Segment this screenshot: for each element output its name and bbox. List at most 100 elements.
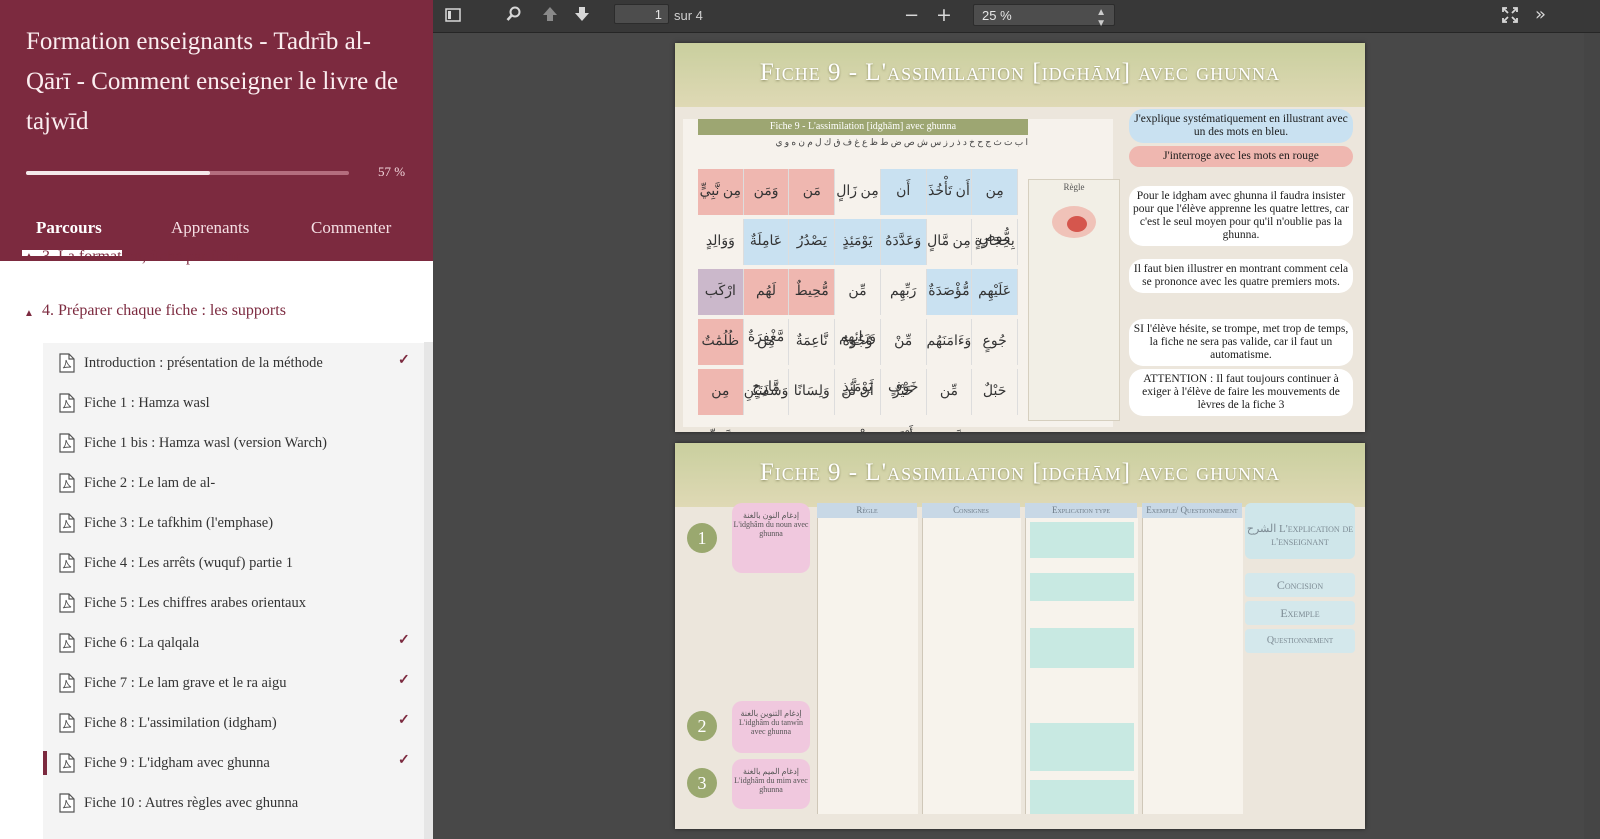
course-header: Formation enseignants - Tadrīb al-Qārī -… bbox=[0, 0, 433, 261]
plus-icon[interactable]: + bbox=[936, 4, 952, 26]
explanation-block bbox=[1030, 628, 1134, 668]
arabic-example: خَيْرٌ وَأَبْقَى bbox=[881, 369, 927, 432]
lesson-item[interactable]: Fiche 2 : Le lam de al- bbox=[43, 463, 424, 503]
completed-check-icon: ✓ bbox=[398, 753, 410, 768]
completed-check-icon: ✓ bbox=[398, 673, 410, 688]
lesson-item[interactable]: Fiche 5 : Les chiffres arabes orientaux bbox=[43, 583, 424, 623]
arabic-example: وَمَن يُؤْتَ bbox=[743, 169, 790, 245]
arabic-example: مِن زَالٍ bbox=[835, 169, 881, 215]
collapse-arrow-icon[interactable]: ▲ bbox=[24, 251, 34, 262]
section-title[interactable]: 4. Préparer chaque fiche : les supports bbox=[42, 302, 286, 320]
column-header-exemple: Exemple/ Questionnement bbox=[1142, 503, 1242, 518]
example-row: بِحِجَارَةٍ مِن مَّالٍ وَعَدَّدَهُ يَوْمَئِ… bbox=[698, 219, 1018, 295]
sidebar-tabs: Parcours Apprenants Commenter bbox=[0, 218, 433, 250]
lesson-item[interactable]: Fiche 10 : Autres règles avec ghunna bbox=[43, 783, 424, 823]
lesson-item[interactable]: Fiche 1 bis : Hamza wasl (version Warch) bbox=[43, 423, 424, 463]
lesson-label: Fiche 3 : Le tafkhim (l'emphase) bbox=[84, 515, 274, 531]
example-row: جُوعٍ وَءَامَنَهُم مِّنْ خَوْفٍ وُجُوهٌ يَو… bbox=[697, 319, 1018, 395]
lesson-label: Fiche 6 : La qalqala bbox=[84, 635, 200, 651]
tab-commenter[interactable]: Commenter bbox=[311, 218, 391, 238]
active-lesson-indicator bbox=[43, 751, 47, 775]
tab-apprenants[interactable]: Apprenants bbox=[171, 218, 249, 238]
method-grid: Règle Consignes Explication type Exemple… bbox=[687, 503, 1243, 823]
arabic-example: وَشَفَتَيْنِ bbox=[744, 369, 790, 415]
search-icon[interactable] bbox=[506, 6, 522, 26]
lesson-label: Fiche 10 : Autres règles avec ghunna bbox=[84, 795, 299, 811]
teacher-note: SI l'élève hésite, se trompe, met trop d… bbox=[1129, 319, 1353, 366]
teacher-note: J'interroge avec les mots en rouge bbox=[1129, 146, 1353, 167]
pdf-toolbar: sur 4 − + 25 % ▲▼ » bbox=[433, 0, 1600, 33]
arabic-example: أَن يُوصَلَ bbox=[880, 169, 927, 245]
page-number-input[interactable] bbox=[614, 4, 669, 24]
pdf-file-icon bbox=[59, 793, 75, 813]
explanation-block bbox=[1030, 522, 1134, 558]
item-concision: Concision bbox=[1245, 573, 1355, 597]
lesson-label: Fiche 2 : Le lam de al- bbox=[84, 475, 216, 491]
arabic-example: حَبْلٌ bbox=[972, 369, 1018, 415]
step-number: 3 bbox=[687, 768, 717, 798]
arabic-example: وَعَدَّدَهُ bbox=[880, 219, 927, 265]
rule-tag: إدغام الميم بالغنة L'idghâm du mim avec … bbox=[732, 759, 810, 809]
zoom-value: 25 % bbox=[982, 8, 1012, 23]
lesson-item[interactable]: Fiche 9 : L'idgham avec ghunna ✓ bbox=[43, 743, 424, 783]
minus-icon[interactable]: − bbox=[904, 5, 919, 26]
explanation-block bbox=[1030, 573, 1134, 601]
item-questionnement: Questionnement bbox=[1245, 629, 1355, 653]
course-title: Formation enseignants - Tadrīb al-Qārī -… bbox=[26, 28, 399, 135]
example-row: عَلَيْهِم مُّؤْصَدَةٌ رَبِّهِم مِّن وَرَائِ… bbox=[697, 269, 1018, 345]
progress-bar-fill bbox=[26, 171, 211, 175]
double-chevron-right-icon[interactable]: » bbox=[1535, 4, 1546, 25]
rule-box: Règle bbox=[1028, 179, 1120, 421]
lesson-label: Fiche 7 : Le lam grave et le ra aigu bbox=[84, 675, 287, 691]
collapse-arrow-icon[interactable]: ▲ bbox=[24, 308, 34, 319]
column-regle bbox=[817, 518, 918, 814]
lesson-item[interactable]: Fiche 7 : Le lam grave et le ra aigu ✓ bbox=[43, 663, 424, 703]
example-row: حَبْلٌمِّن مَّسَدٍخَيْرٌ وَأَبْقَىأَن لَ… bbox=[697, 369, 1018, 432]
mouth-diagram-icon bbox=[1052, 206, 1096, 238]
course-outline: ▲ 3. La formation, fiche par fiche ▲ 4. … bbox=[0, 248, 433, 839]
pdf-file-icon bbox=[59, 713, 75, 733]
lesson-label: Fiche 1 bis : Hamza wasl (version Warch) bbox=[84, 435, 327, 451]
lesson-item[interactable]: Fiche 4 : Les arrêts (wuquf) partie 1 bbox=[43, 543, 424, 583]
outline-section[interactable]: ▲ 4. Préparer chaque fiche : les support… bbox=[0, 301, 420, 331]
lesson-label: Fiche 1 : Hamza wasl bbox=[84, 395, 210, 411]
progress-bar bbox=[26, 171, 349, 175]
table-subtitle: Fiche 9 - L'assimilation [idghām] avec g… bbox=[698, 119, 1028, 135]
arabic-example: ارْكَب مَّعَنَا bbox=[697, 269, 744, 345]
sidebar-toggle-icon[interactable] bbox=[445, 7, 461, 27]
arabic-example: أَن لَّن يَقْدِرَ bbox=[835, 369, 881, 432]
pdf-file-icon bbox=[59, 393, 75, 413]
lesson-item[interactable]: Fiche 1 : Hamza wasl bbox=[43, 383, 424, 423]
arabic-example: وَلِسَانًا bbox=[789, 369, 836, 415]
alphabet-strip: ا ب ت ث ج ح خ د ذ ر ز س ش ص ض ط ظ ع غ ف … bbox=[775, 137, 1028, 147]
arrow-up-icon[interactable] bbox=[542, 6, 558, 26]
fullscreen-icon[interactable] bbox=[1502, 7, 1518, 27]
outline-section-previous[interactable]: 3. La formation, fiche par fiche bbox=[42, 248, 242, 266]
arabic-example: نَّاعِمَةٌ bbox=[789, 319, 836, 365]
arabic-example: مِن مَّالٍ bbox=[927, 219, 973, 265]
arabic-example: مِن مُّوصٍ bbox=[972, 169, 1018, 245]
lesson-item[interactable]: Fiche 8 : L'assimilation (idgham) ✓ bbox=[43, 703, 424, 743]
step-number: 1 bbox=[687, 523, 717, 553]
teacher-note: Pour le idgham avec ghunna il faudra ins… bbox=[1129, 186, 1353, 246]
lesson-label: Fiche 4 : Les arrêts (wuquf) partie 1 bbox=[84, 555, 293, 571]
arrow-down-icon[interactable] bbox=[574, 6, 590, 26]
lesson-item[interactable]: Fiche 6 : La qalqala ✓ bbox=[43, 623, 424, 663]
lesson-list: Introduction : présentation de la méthod… bbox=[43, 343, 424, 839]
zoom-select[interactable]: 25 % ▲ ▼ bbox=[973, 4, 1115, 29]
progress-label: 57 % bbox=[378, 164, 406, 179]
page-title: Fiche 9 - L'assimilation [idghām] avec g… bbox=[759, 459, 1281, 486]
lesson-item[interactable]: Introduction : présentation de la méthod… bbox=[43, 343, 424, 383]
pdf-file-icon bbox=[59, 433, 75, 453]
arabic-example: مِن نَّبِيٍّ bbox=[697, 169, 744, 215]
arabic-example: أَن تَأْخُذَ bbox=[926, 169, 973, 215]
viewer-scrollbar[interactable] bbox=[1584, 33, 1600, 839]
column-explication bbox=[1025, 518, 1138, 814]
completed-check-icon: ✓ bbox=[398, 713, 410, 728]
tab-parcours[interactable]: Parcours bbox=[36, 218, 102, 238]
sidebar-scrollbar[interactable] bbox=[424, 342, 433, 839]
lesson-item[interactable]: Fiche 3 : Le tafkhim (l'emphase) bbox=[43, 503, 424, 543]
arabic-example: عَامِلَةٌ نَّاصِبَةٌ bbox=[743, 219, 790, 295]
pdf-file-icon bbox=[59, 753, 75, 773]
course-sidebar: Formation enseignants - Tadrīb al-Qārī -… bbox=[0, 0, 433, 839]
